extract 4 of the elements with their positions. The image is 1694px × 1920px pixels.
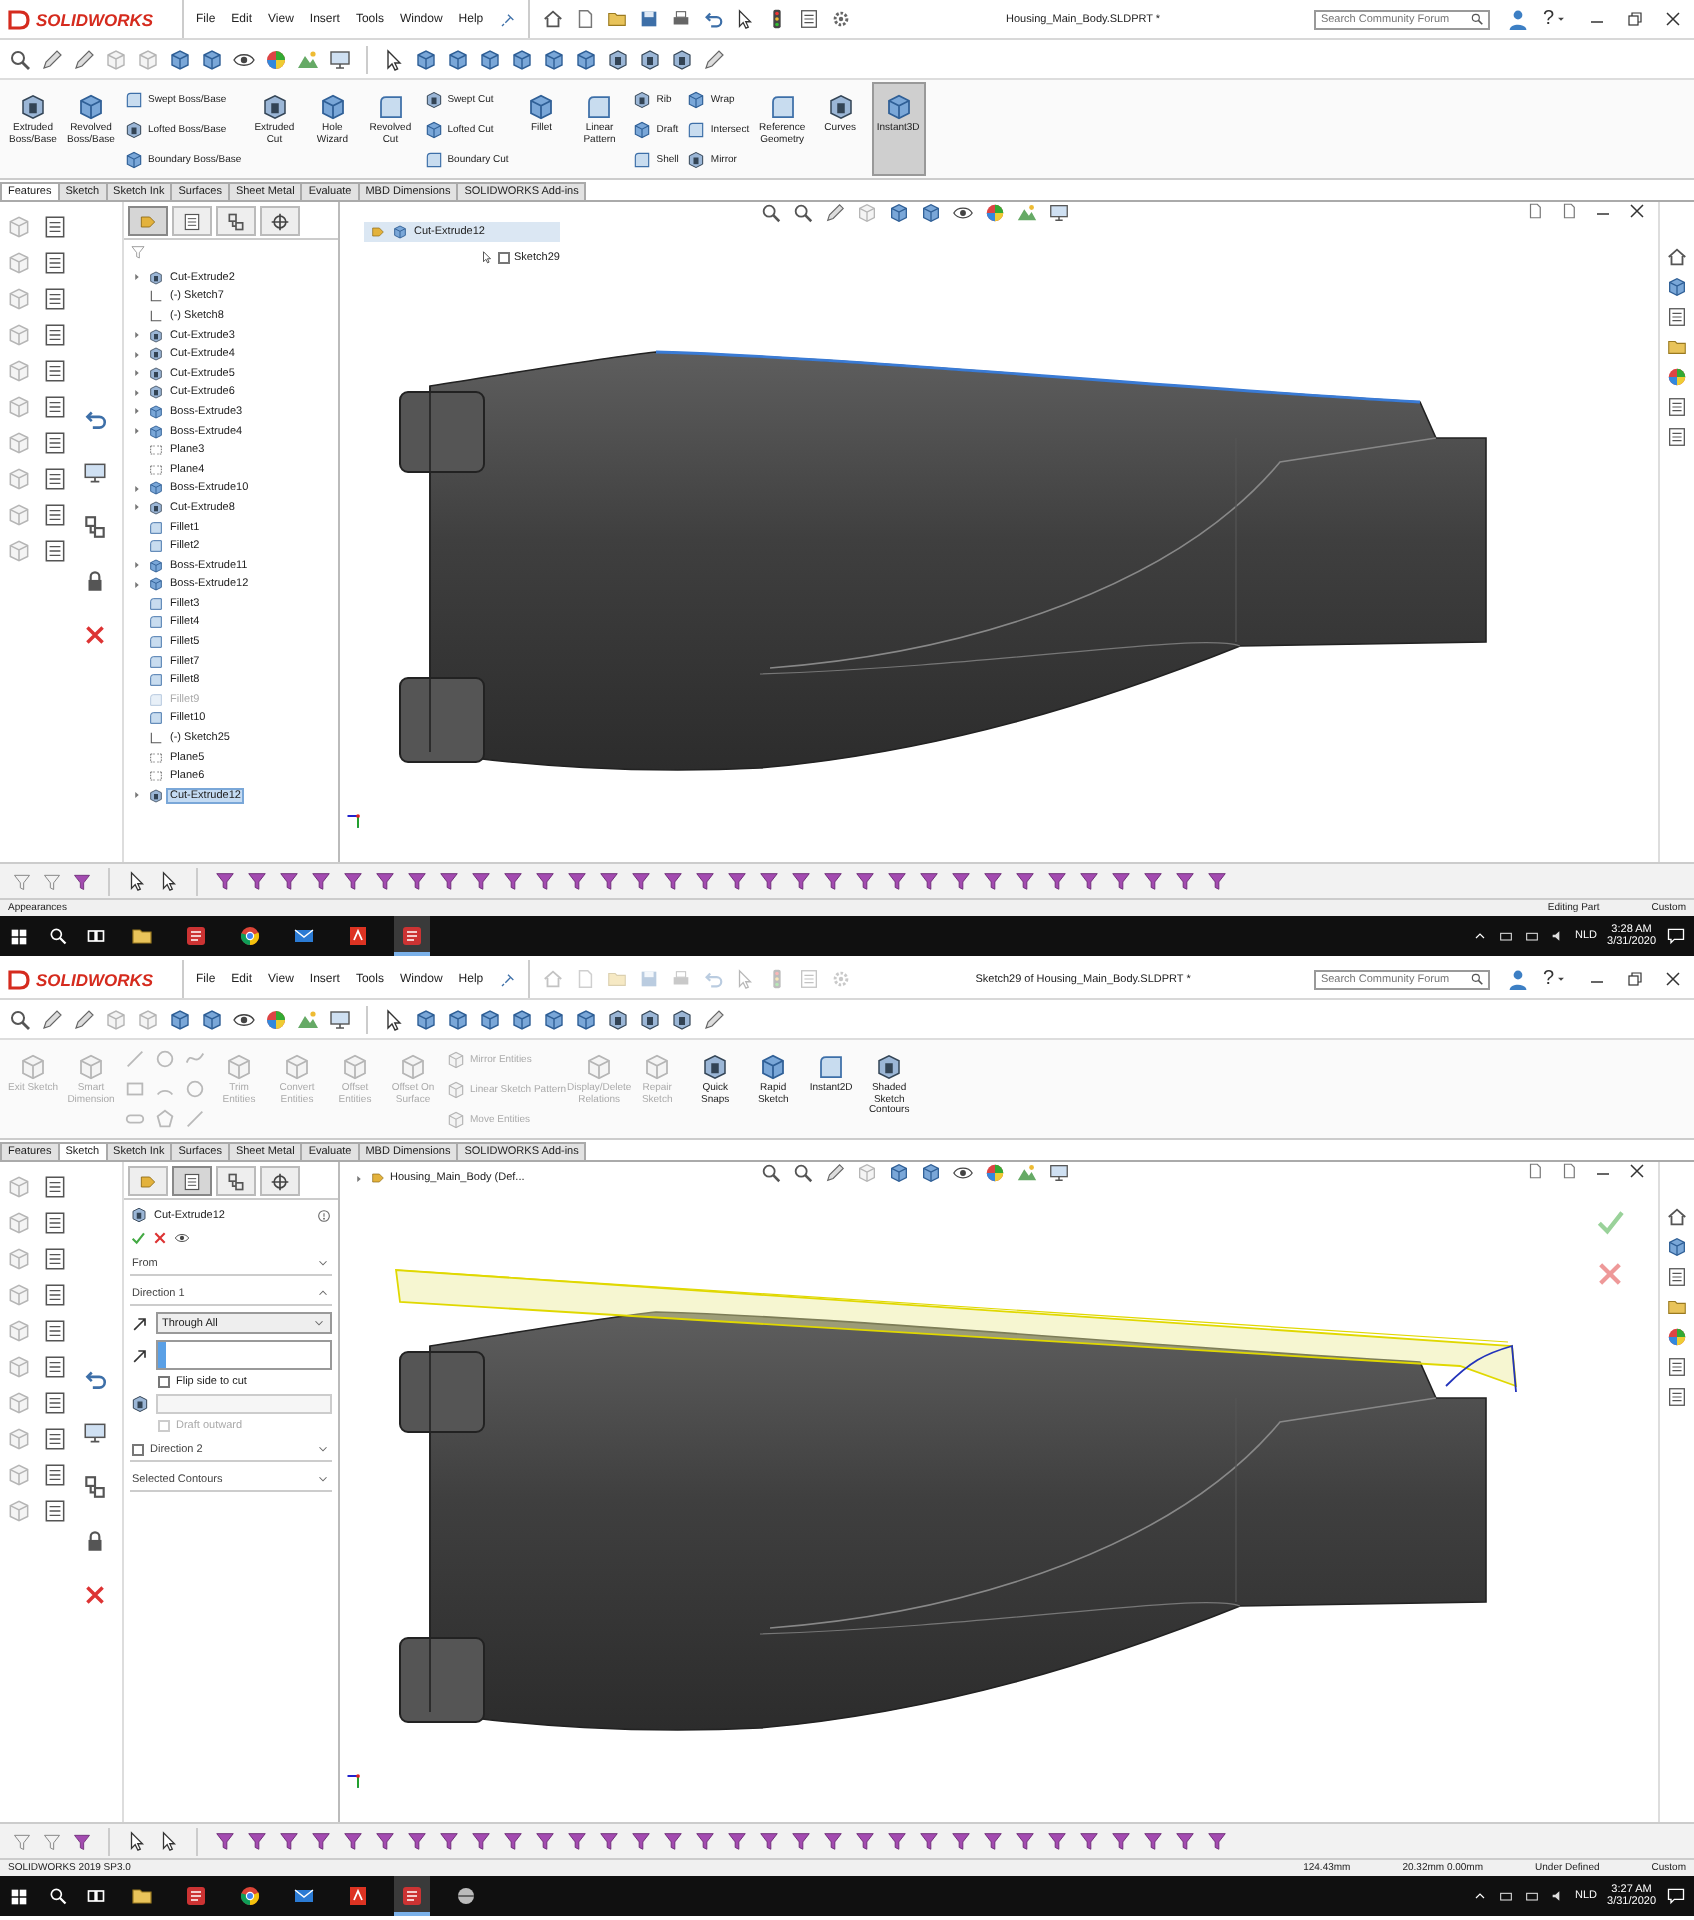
app-name: SOLIDWORKS (36, 969, 154, 989)
app-name: SOLIDWORKS (36, 9, 154, 29)
help-button[interactable]: ? (1542, 8, 1554, 30)
help-button[interactable]: ? (1542, 968, 1554, 990)
